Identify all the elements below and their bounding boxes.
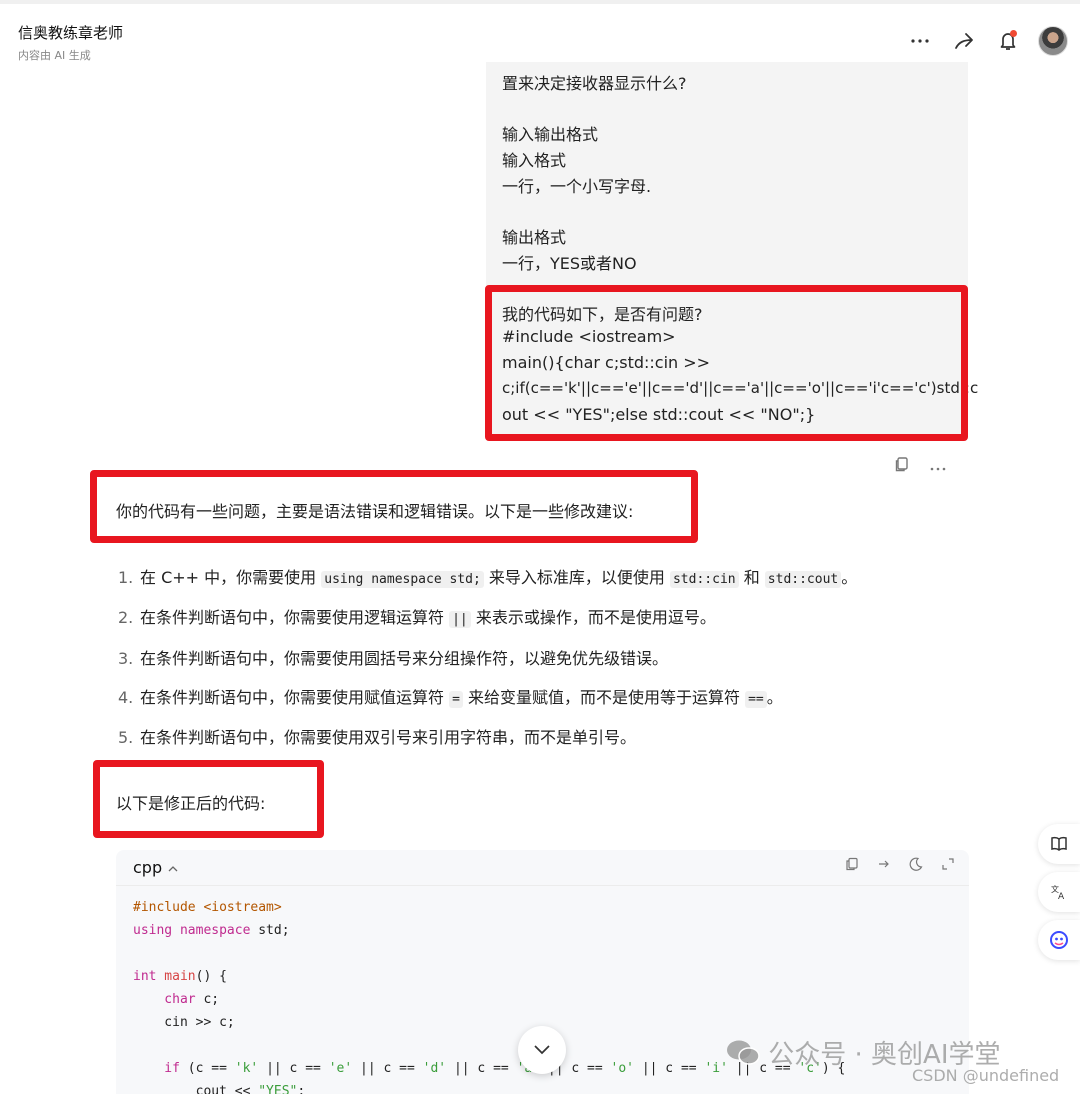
copy-icon [895,457,908,472]
reading-mode-button[interactable] [1038,824,1080,864]
more-options-button[interactable] [906,27,934,55]
svg-text:A: A [1058,892,1065,901]
book-icon [1051,836,1067,851]
user-message-line: 一行，一个小写字母. [502,177,652,196]
user-message-line: out << "YES";else std::cout << "NO";} [502,405,816,424]
chat-title: 信奥教练章老师 [18,24,124,42]
message-more-button[interactable] [930,456,946,476]
copy-message-button[interactable] [894,456,910,476]
code-line: cin >> c; [133,1015,235,1030]
code-header: cpp [116,850,969,886]
expand-icon [942,858,954,870]
translate-icon: 文A [1051,884,1065,901]
ai-generated-note: 内容由 AI 生成 [18,49,91,62]
chevron-down-icon [534,1045,550,1055]
expand-code-button[interactable] [941,857,955,875]
user-message-line: main(){char c;std::cin >> [502,353,711,372]
copy-code-button[interactable] [845,857,859,875]
collapse-code-button[interactable] [168,861,178,875]
list-item: 2. 在条件判断语句中，你需要使用逻辑运算符 || 来表示或操作，而不是使用逗号。 [118,608,716,628]
code-line: int main() { [133,969,227,984]
user-message-line: 输入输出格式 [502,125,599,144]
user-message-line: 输入格式 [502,151,567,170]
code-intro: 以下是修正后的代码: [116,794,266,813]
side-toolbar: 文A [1038,824,1080,960]
watermark-csdn: CSDN @undefined [912,1066,1060,1085]
code-language: cpp [133,858,163,877]
theme-toggle-button[interactable] [909,857,923,875]
wechat-icon [727,1040,760,1065]
list-item: 4. 在条件判断语句中，你需要使用赋值运算符 = 来给变量赋值，而不是使用等于运算… [118,688,783,708]
code-tools [845,857,955,875]
ai-assistant-button[interactable] [1038,920,1080,960]
message-tools [894,456,946,476]
answer-intro: 你的代码有一些问题，主要是语法错误和逻辑错误。以下是一些修改建议: [116,502,634,521]
chevron-up-icon [168,865,178,871]
list-item: 3. 在条件判断语句中，你需要使用圆括号来分组操作符，以避免优先级错误。 [118,649,669,668]
scroll-to-bottom-button[interactable] [518,1026,566,1074]
list-item: 5. 在条件判断语句中，你需要使用双引号来引用字符串，而不是单引号。 [118,728,637,747]
code-line: char c; [133,992,220,1007]
code-line: cout << "YES"; [133,1084,306,1094]
ai-assistant-icon [1050,931,1068,949]
user-message-line: 置来决定接收器显示什么? [502,74,687,93]
user-message-line: 输出格式 [502,228,567,247]
wrap-code-button[interactable] [877,857,891,875]
more-horizontal-icon [930,467,946,471]
notification-button[interactable] [994,27,1022,55]
list-item: 1. 在 C++ 中，你需要使用 using namespace std; 来导入… [118,568,858,588]
code-line: using namespace std; [133,923,290,938]
wrap-icon [879,860,889,868]
more-horizontal-icon [911,39,929,43]
translate-button[interactable]: 文A [1038,872,1080,912]
notification-dot [1010,30,1017,37]
copy-icon [846,857,858,871]
top-actions [906,26,1068,56]
user-avatar[interactable] [1038,26,1068,56]
user-message-line: c;if(c=='k'||c=='e'||c=='d'||c=='a'||c==… [502,379,979,397]
user-message-line: 我的代码如下，是否有问题? [502,305,703,324]
moon-icon [909,857,923,871]
share-icon [955,33,973,49]
user-message-line: #include <iostream> [502,327,676,346]
share-button[interactable] [950,27,978,55]
code-line: #include <iostream> [133,900,282,915]
user-message-line: 一行，YES或者NO [502,254,637,273]
